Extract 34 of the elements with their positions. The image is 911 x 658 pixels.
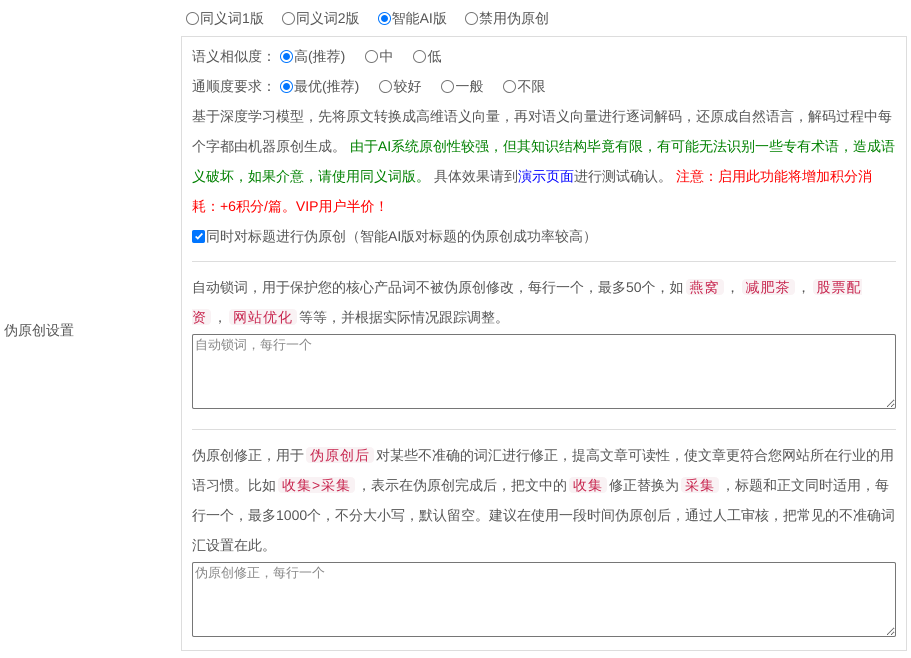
radio-button[interactable] <box>379 80 392 92</box>
demo-page-link[interactable]: 演示页面 <box>518 168 574 184</box>
option-label: 中 <box>379 46 394 66</box>
ai-description: 基于深度学习模型，先将原文转换成高维语义向量，再对语义向量进行逐词解码，还原成自然语言，解码过程中每个字都由机器原创生成。 由于AI系统原创性较强，但其知识结构毕竟有限，有可能无法识别一些专有术语，造成语义破坏，如果介意，请使用同义词版。 具体效果请到演示页面进行测试确认。 注意：启用此功能将增加积分消耗：+6积分/篇。VIP用户半价！ <box>192 107 896 216</box>
option-label: 最优(推荐) <box>294 76 360 96</box>
radio-button[interactable] <box>365 50 378 62</box>
option-label: 一般 <box>455 76 484 96</box>
corrections-help: 伪原创修正，用于 伪原创后 对某些不准确的词汇进行修正，提高文章可读性，使文章更符合您网站所在行业的用语习惯。比如 收集>采集 ，表示在伪原创完成后，把文中的 收集 修正替换为 采集 ，标题和正文同时适用，每行一个，最多1000个，不分大小写，默认留空。建议在使用一段时间伪原创后，通过人工审核，把常见的不准确词汇设置在此。 <box>192 446 896 555</box>
option-label: 智能AI版 <box>392 8 447 28</box>
radio-button[interactable] <box>413 50 426 62</box>
lock-words-field[interactable]: 自动锁词，每行一个 <box>192 334 896 409</box>
radio-button[interactable] <box>464 12 478 24</box>
radio-button[interactable] <box>441 80 454 92</box>
check-icon <box>194 231 204 241</box>
setting-label: 通顺度要求： <box>192 76 276 96</box>
lock-words-help: 自动锁词，用于保护您的核心产品词不被伪原创修改，每行一个，最多50个，如 燕窝 ， 减肥茶 ， 股票配资 ， 网站优化 等等，并根据实际情况跟踪调整。 <box>192 278 863 327</box>
option-label: 同义词1版 <box>200 8 264 28</box>
option-label: 同义词2版 <box>296 8 360 28</box>
setting-label: 语义相似度： <box>192 46 276 66</box>
radio-button[interactable] <box>378 12 391 24</box>
radio-button[interactable] <box>280 50 293 62</box>
option-label: 高(推荐) <box>294 46 346 66</box>
radio-button[interactable] <box>280 80 293 92</box>
corrections-field[interactable]: 伪原创修正，每行一个 <box>192 562 896 637</box>
checkbox[interactable] <box>192 230 205 242</box>
option-label: 不限 <box>517 76 546 96</box>
option-label: 禁用伪原创 <box>478 8 549 28</box>
option-label: 较好 <box>393 76 422 96</box>
radio-button[interactable] <box>282 12 295 24</box>
radio-button[interactable] <box>186 12 199 24</box>
radio-button[interactable] <box>503 80 516 92</box>
option-label: 低 <box>427 46 442 66</box>
checkbox-label: 同时对标题进行伪原创（智能AI版对标题的伪原创成功率较高） <box>206 226 598 246</box>
section-label: 伪原创设置 <box>4 320 74 340</box>
